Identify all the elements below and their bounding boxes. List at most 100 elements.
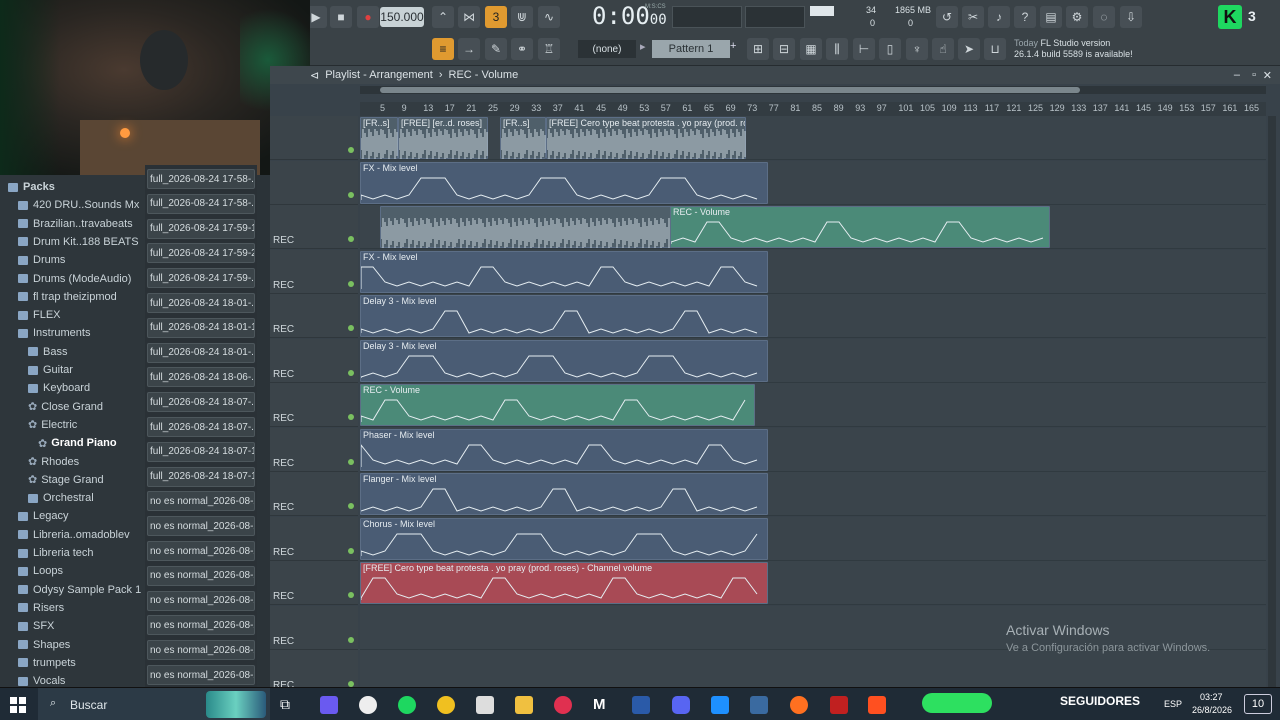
stamp-icon[interactable]: ♖ [538,38,560,60]
countdown-icon[interactable]: 3 [485,6,507,28]
plugin-picker-icon[interactable]: ♆ [906,38,928,60]
red-app-icon[interactable] [830,696,848,714]
browser-item[interactable]: fl trap theizipmod [0,288,145,306]
tree-icon[interactable]: ⊢ [853,38,875,60]
pattern-arrow-icon[interactable]: ▸ [640,40,650,58]
copilot-icon[interactable] [320,696,338,714]
clip[interactable]: Phaser - Mix level [360,428,768,471]
calculator-icon[interactable] [750,696,768,714]
track-enable-led[interactable] [348,592,354,598]
track-lane[interactable]: REC - Volume [360,383,1266,427]
browser-item[interactable]: FLEX [0,306,145,324]
recent-file-item[interactable]: no es normal_2026-08-2... [147,541,255,561]
brave-icon[interactable] [868,696,886,714]
clip[interactable]: REC - Volume [360,384,755,426]
clip[interactable]: [FREE] Cero type beat protesta . yo pray… [546,117,746,159]
recent-file-item[interactable]: no es normal_2026-08-2... [147,516,255,537]
playlist-snap-icon[interactable]: ≡ [432,38,454,60]
track-header[interactable]: REC [270,561,358,605]
obs-icon[interactable] [359,696,377,714]
horizontal-scrollbar[interactable] [360,86,1266,94]
track-header[interactable]: REC [270,338,358,383]
shield-icon[interactable] [476,696,494,714]
clip[interactable]: Flanger - Mix level [360,473,768,515]
loop-record-icon[interactable]: ∿ [538,6,560,28]
track-lane[interactable]: Delay 3 - Mix level [360,338,1266,383]
recent-file-item[interactable]: full_2026-08-24 17-59-2... [147,243,255,264]
browser-item[interactable]: 420 DRU..Sounds Mx [0,196,145,214]
clip[interactable]: FX - Mix level [360,250,768,293]
stop-button[interactable]: ■ [330,6,352,28]
track-enable-led[interactable] [348,236,354,242]
track-enable-led[interactable] [348,191,354,198]
track-lane[interactable]: Delay 3 - Mix level [360,294,1266,338]
channel-rack-icon[interactable]: ⊟ [773,38,795,60]
scroll-thumb[interactable] [380,87,1080,93]
wait-icon[interactable]: ⋈ [458,6,480,28]
browser-item[interactable]: Drums [0,251,145,269]
clip[interactable]: Delay 3 - Mix level [360,339,768,382]
cut-icon[interactable]: ✂ [962,6,984,28]
clip[interactable]: Delay 3 - Mix level [360,295,768,337]
record-button[interactable]: ● [357,6,379,28]
track-header[interactable]: REC [270,605,358,650]
browser-item[interactable]: ✿ Close Grand [0,398,145,416]
minimize-icon[interactable]: – [1234,69,1240,81]
recent-file-item[interactable]: full_2026-08-24 18-07-1... [147,441,255,462]
folder-icon[interactable] [515,696,533,714]
clock-date[interactable]: 26/8/2026 [1192,705,1232,715]
task-view-icon[interactable]: ⧉ [280,696,298,714]
recent-file-item[interactable]: no es normal_2026-08-2... [147,491,255,512]
track-lane[interactable]: [FR..s] [FREE] [er..d. roses] [FR..s] [FREE… [360,116,1266,160]
browser-item[interactable]: Drum Kit..188 BEATS [0,233,145,251]
track-lane[interactable]: REC - Volume [360,205,1266,249]
recent-file-item[interactable]: full_2026-08-24 17-59-... [147,268,255,289]
track-enable-led[interactable] [348,547,354,554]
clip[interactable]: Chorus - Mix level [360,517,768,560]
fl-studio-icon[interactable] [790,696,808,714]
arrow-icon[interactable]: → [458,38,480,60]
browser-item[interactable]: SFX [0,617,145,635]
paint-icon[interactable]: ✎ [485,38,507,60]
mixer-icon[interactable]: ⊞ [747,38,769,60]
browser-item[interactable]: Instruments [0,324,145,342]
chrome-icon[interactable] [437,696,455,714]
track-lane[interactable]: [FREE] Cero type beat protesta . yo pray… [360,561,1266,605]
browser-item[interactable]: Keyboard [0,379,145,397]
browser-item[interactable]: Loops [0,562,145,580]
clip[interactable]: [FREE] [er..d. roses] [398,117,488,159]
track-lane[interactable]: Flanger - Mix level [360,472,1266,516]
add-pattern-icon[interactable]: + [730,40,740,52]
track-header[interactable] [270,116,358,160]
recent-file-item[interactable]: no es normal_2026-08-2... [147,590,255,611]
language-indicator[interactable]: ESP [1164,699,1182,709]
browser-item[interactable]: Packs [0,178,145,196]
recent-file-item[interactable]: no es normal_2026-08-2... [147,640,255,661]
word-icon[interactable] [632,696,650,714]
recent-file-item[interactable]: full_2026-08-24 17-58-... [147,169,255,189]
track-enable-led[interactable] [348,325,354,331]
spotify-icon[interactable] [398,696,416,714]
track-header[interactable]: REC [270,383,358,427]
pattern-none-select[interactable]: (none) [578,40,636,58]
track-enable-led[interactable] [348,458,354,465]
discord-icon[interactable] [672,696,690,714]
track-enable-led[interactable] [348,280,354,287]
recent-file-item[interactable]: full_2026-08-24 18-07-... [147,392,255,413]
track-header[interactable]: REC [270,516,358,561]
recent-file-item[interactable]: no es normal_2026-08-2... [147,565,255,586]
track-header[interactable]: REC [270,205,358,249]
step-edit-icon[interactable]: ⋓ [511,6,533,28]
clock-time[interactable]: 03:27 [1200,692,1223,702]
help-icon[interactable]: ? [1014,6,1036,28]
recent-file-item[interactable]: no es normal_2026-08-2... [147,665,255,685]
clip[interactable]: FX - Mix level [360,161,768,204]
track-enable-led[interactable] [348,414,354,420]
clip[interactable]: [FR..s] [500,117,546,159]
media-player-icon[interactable] [554,696,572,714]
windows-start-icon[interactable] [10,697,26,713]
m-icon[interactable]: M [593,696,611,714]
store-icon[interactable] [711,696,729,714]
recent-file-item[interactable]: full_2026-08-24 18-01-... [147,293,255,313]
clip[interactable]: [FREE] Cero type beat protesta . yo pray… [360,562,768,604]
